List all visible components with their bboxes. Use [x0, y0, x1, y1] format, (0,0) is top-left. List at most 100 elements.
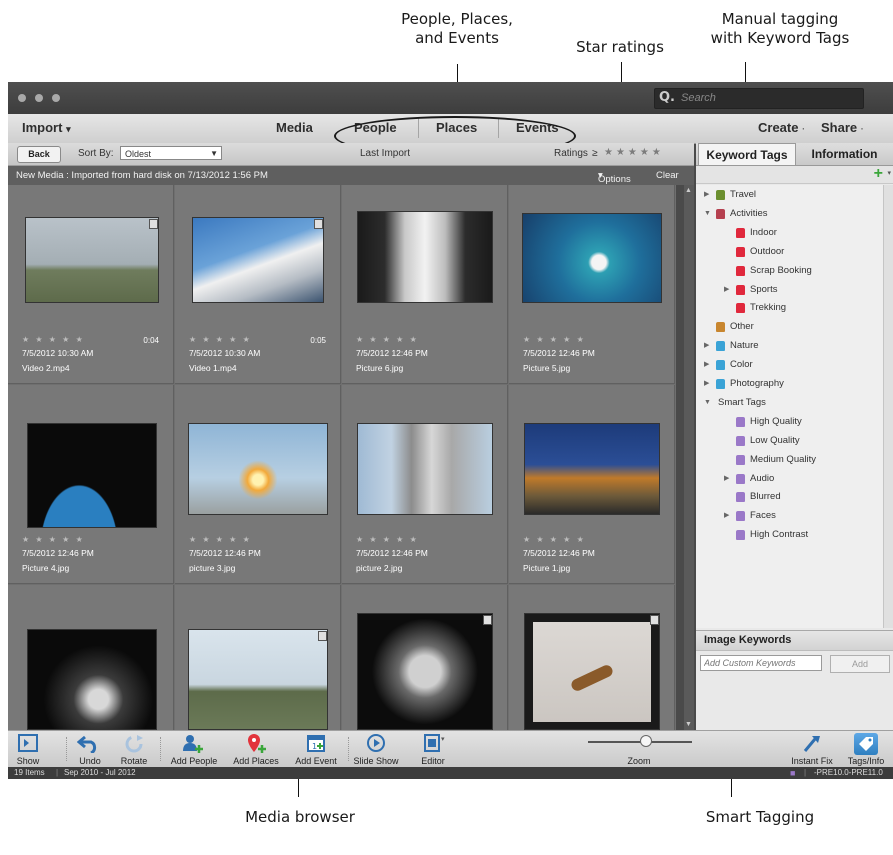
expand-right-icon[interactable]: ▶	[704, 338, 709, 354]
expand-down-icon[interactable]: ▼	[704, 206, 711, 222]
expand-down-icon[interactable]: ▼	[704, 395, 711, 411]
media-item[interactable]: ★ ★ ★ ★ ★ 0:05 7/5/2012 10:30 AM Video 1…	[175, 185, 341, 384]
rating-stars[interactable]: ★ ★ ★ ★ ★	[356, 335, 419, 344]
tab-keyword-tags[interactable]: Keyword Tags	[698, 143, 796, 165]
calendar-icon: 1	[290, 733, 342, 753]
rating-stars[interactable]: ★ ★ ★ ★ ★	[356, 535, 419, 544]
share-menu[interactable]: Share ·	[821, 120, 864, 135]
zoom-window-button[interactable]	[52, 94, 60, 102]
search-field[interactable]: Q. Search	[654, 88, 864, 109]
add-event-button[interactable]: 1 Add Event	[290, 731, 342, 768]
tag-tree-item[interactable]: ▼ Smart Tags	[696, 395, 883, 411]
expand-right-icon[interactable]: ▶	[724, 282, 729, 298]
expand-right-icon[interactable]: ▶	[704, 187, 709, 203]
zoom-slider-thumb[interactable]	[640, 735, 652, 747]
tag-tree-item[interactable]: Trekking	[696, 300, 883, 316]
back-button[interactable]: Back	[17, 146, 61, 163]
tag-tree-item[interactable]: ▶ Sports	[696, 282, 883, 298]
add-people-button[interactable]: Add People	[166, 731, 222, 768]
media-item[interactable]	[8, 585, 174, 730]
media-item[interactable]: ★ ★ ★ ★ ★ 7/5/2012 12:46 PM Picture 4.jp…	[8, 385, 174, 584]
tag-tree-item[interactable]: ▶ Nature	[696, 338, 883, 354]
tab-media[interactable]: Media	[276, 120, 313, 135]
tags-info-button[interactable]: Tags/Info	[842, 731, 890, 768]
rating-stars[interactable]: ★ ★ ★ ★ ★	[189, 535, 252, 544]
create-menu[interactable]: Create ·	[758, 120, 805, 135]
tag-tree-item[interactable]: ▶ Color	[696, 357, 883, 373]
tag-tree-item[interactable]: Indoor	[696, 225, 883, 241]
expand-right-icon[interactable]: ▶	[704, 376, 709, 392]
add-tag-plus-icon[interactable]: +	[874, 165, 883, 183]
callout-media-browser: Media browser	[245, 808, 355, 826]
tag-tree-item[interactable]: Other	[696, 319, 883, 335]
ratings-filter-stars[interactable]: ★★★★★	[604, 147, 664, 158]
tag-tree-scrollbar[interactable]	[883, 185, 893, 628]
rating-stars[interactable]: ★ ★ ★ ★ ★	[189, 335, 252, 344]
chevron-down-icon[interactable]: ▾	[887, 169, 891, 177]
media-item[interactable]	[175, 585, 341, 730]
undo-button[interactable]: Undo	[70, 731, 110, 768]
play-icon	[352, 733, 400, 753]
scroll-up-arrow-icon[interactable]: ▲	[685, 187, 692, 194]
tag-tree-item[interactable]: Medium Quality	[696, 452, 883, 468]
tag-label: Sports	[750, 283, 778, 295]
tag-label: Medium Quality	[750, 453, 816, 465]
media-item[interactable]: ★ ★ ★ ★ ★ 7/5/2012 12:46 PM Picture 6.jp…	[342, 185, 508, 384]
app-window: Q. Search Import ▾ Media People Places E…	[8, 82, 893, 779]
tag-tree-item[interactable]: ▶ Audio	[696, 471, 883, 487]
ratings-operator[interactable]: ≥	[592, 148, 598, 159]
create-label: Create	[758, 120, 799, 135]
add-places-button[interactable]: Add Places	[228, 731, 284, 768]
expand-right-icon[interactable]: ▶	[704, 357, 709, 373]
media-thumbnail	[524, 613, 660, 730]
media-scrollbar[interactable]: ▲ ▼	[684, 185, 694, 730]
tag-tree-item[interactable]: ▶ Faces	[696, 508, 883, 524]
expand-right-icon[interactable]: ▶	[724, 471, 729, 487]
slide-show-button[interactable]: Slide Show	[352, 731, 400, 768]
rating-stars[interactable]: ★ ★ ★ ★ ★	[523, 535, 586, 544]
tag-tree-item[interactable]: Scrap Booking	[696, 263, 883, 279]
rating-stars[interactable]: ★ ★ ★ ★ ★	[22, 335, 85, 344]
tag-tree-item[interactable]: Blurred	[696, 489, 883, 505]
media-item[interactable]: ★ ★ ★ ★ ★ 0:04 7/5/2012 10:30 AM Video 2…	[8, 185, 174, 384]
tag-tree-item[interactable]: ▼ Activities	[696, 206, 883, 222]
sort-select[interactable]: Oldest ▼	[120, 146, 222, 160]
clear-button[interactable]: Clear	[656, 170, 679, 181]
scroll-down-arrow-icon[interactable]: ▼	[685, 721, 692, 728]
minimize-window-button[interactable]	[35, 94, 43, 102]
media-item[interactable]: ★ ★ ★ ★ ★ 7/5/2012 12:46 PM picture 2.jp…	[342, 385, 508, 584]
tab-information[interactable]: Information	[796, 143, 893, 165]
media-item[interactable]: ★ ★ ★ ★ ★ 7/5/2012 12:46 PM picture 3.jp…	[175, 385, 341, 584]
media-item[interactable]: ★ ★ ★ ★ ★ 7/5/2012 12:46 PM Picture 1.jp…	[509, 385, 675, 584]
add-places-label: Add Places	[233, 756, 279, 766]
custom-keywords-input[interactable]	[700, 655, 822, 671]
divider: |	[56, 768, 59, 777]
rotate-button[interactable]: Rotate	[114, 731, 154, 768]
instant-fix-button[interactable]: Instant Fix	[786, 731, 838, 768]
media-item[interactable]	[342, 585, 508, 730]
media-item[interactable]: ★ ★ ★ ★ ★ 7/5/2012 12:46 PM Picture 5.jp…	[509, 185, 675, 384]
media-date: 7/5/2012 10:30 AM	[22, 348, 94, 358]
tag-tree-item[interactable]: High Contrast	[696, 527, 883, 543]
expand-right-icon[interactable]: ▶	[724, 508, 729, 524]
close-window-button[interactable]	[18, 94, 26, 102]
rating-stars[interactable]: ★ ★ ★ ★ ★	[22, 535, 85, 544]
tag-tree-item[interactable]: Low Quality	[696, 433, 883, 449]
tag-icon	[736, 246, 745, 257]
tag-tree-item[interactable]: ▶ Photography	[696, 376, 883, 392]
video-badge-icon	[483, 615, 492, 625]
search-icon: Q.	[659, 90, 675, 105]
import-menu[interactable]: Import ▾	[22, 120, 71, 135]
show-button[interactable]: Show	[10, 731, 46, 768]
tag-label: Smart Tags	[718, 396, 766, 408]
editor-button[interactable]: ▾ Editor	[408, 731, 458, 768]
tag-tree-item[interactable]: High Quality	[696, 414, 883, 430]
options-menu[interactable]: Options ▾	[598, 170, 631, 185]
add-keyword-button[interactable]: Add	[830, 655, 890, 673]
media-date: 7/5/2012 12:46 PM	[356, 548, 428, 558]
tag-tree-item[interactable]: Outdoor	[696, 244, 883, 260]
media-item[interactable]	[509, 585, 675, 730]
rating-stars[interactable]: ★ ★ ★ ★ ★	[523, 335, 586, 344]
tag-tree-item[interactable]: ▶ Travel	[696, 187, 883, 203]
svg-text:1: 1	[312, 742, 317, 751]
